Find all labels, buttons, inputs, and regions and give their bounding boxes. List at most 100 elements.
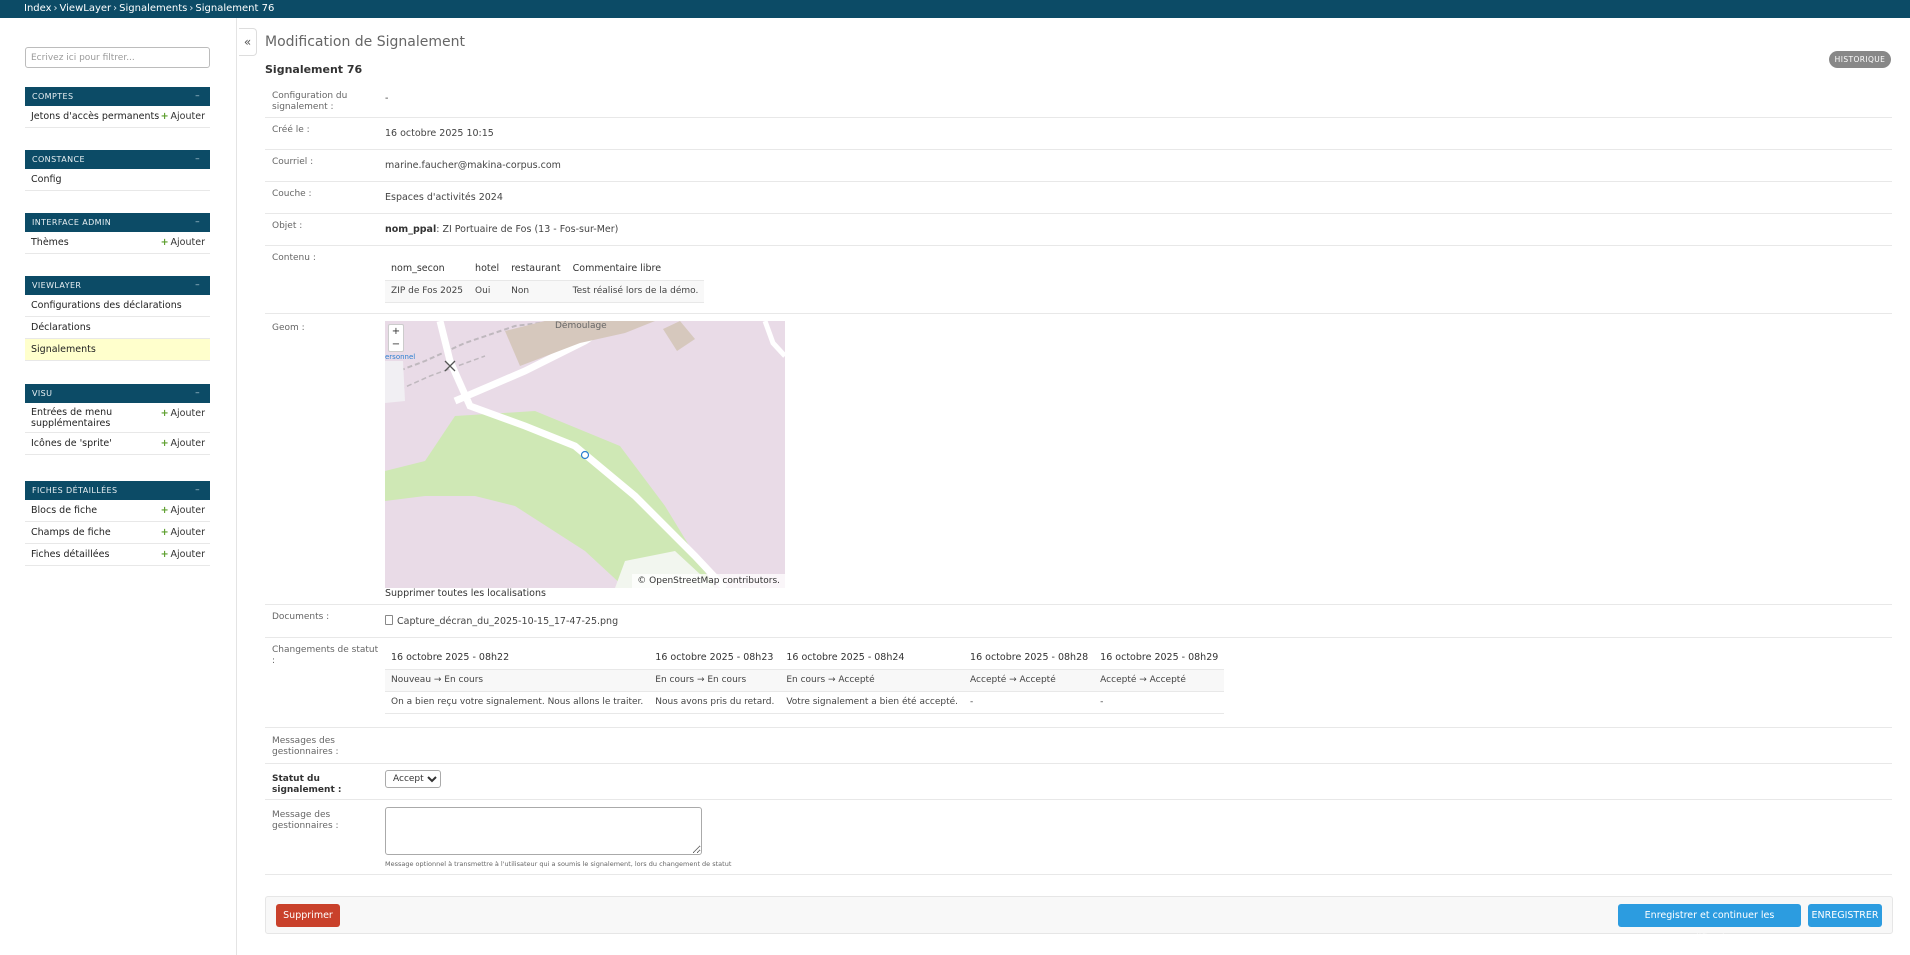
column-header: hotel [475,263,500,275]
field-label: Contenu : [272,253,316,263]
plus-icon: + [160,408,169,419]
sidebar-item-themes: Thèmes + Ajouter [25,232,210,254]
column-header: 16 octobre 2025 - 08h24 [786,652,905,664]
map-attribution: © OpenStreetMap contributors. [632,574,785,588]
field-row-documents: Documents : Capture_décran_du_2025-10-15… [265,605,1892,638]
top-bar: Index › ViewLayer › Signalements › Signalement… [0,0,1910,18]
field-label: Message des gestionnaires : [272,810,339,831]
map-fragment-label: ersonnel [385,353,416,361]
submit-row: Supprimer Enregistrer et continuer les m… [265,896,1893,944]
field-label: Geom : [272,323,305,333]
add-label: Ajouter [170,408,205,419]
history-button[interactable]: HISTORIQUE [1829,51,1891,68]
sidebar-item-blocs: Blocs de fiche + Ajouter [25,500,210,522]
field-value: - [385,93,389,104]
collapse-toggle-icon[interactable]: – [195,213,200,232]
collapse-toggle-icon[interactable]: – [195,87,200,106]
add-label: Ajouter [170,505,205,516]
zoom-out-button[interactable]: − [389,338,403,351]
sidebar-item-label[interactable]: Thèmes [31,237,69,248]
add-button[interactable]: + Ajouter [161,232,205,254]
column-header: 16 octobre 2025 - 08h28 [970,652,1089,664]
sidebar-item-label[interactable]: Config [31,174,61,185]
zoom-in-button[interactable]: + [389,325,403,338]
field-label: Courriel : [272,157,314,167]
column-header: Commentaire libre [572,263,662,275]
module-title[interactable]: COMPTES [32,92,73,101]
plus-icon: + [160,237,169,248]
module-title[interactable]: FICHES DÉTAILLÉES [32,486,117,495]
sidebar-item-label[interactable]: Champs de fiche [31,527,111,538]
breadcrumb-signalements[interactable]: Signalements [119,3,187,14]
table-cell: Oui [469,279,506,303]
field-value: Espaces d'activités 2024 [385,192,503,203]
module-comptes: COMPTES – Jetons d'accès permanents + Ajout… [25,87,210,128]
osm-link[interactable]: OpenStreetMap [649,576,719,586]
sidebar-item-label[interactable]: Jetons d'accès permanents [31,111,159,122]
collapse-toggle-icon[interactable]: – [195,276,200,295]
add-button[interactable]: + Ajouter [161,522,205,544]
field-row-status-changes: Changements de statut : 16 octobre 2025 … [265,638,1892,728]
sidebar-item-label[interactable]: Déclarations [31,322,91,333]
sidebar-item-configurations: Configurations des déclarations [25,295,210,317]
map-place-label: Démoulage [555,321,607,331]
map-widget[interactable]: Démoulage ersonnel + − © OpenStreetMap c… [385,321,785,588]
column-header: 16 octobre 2025 - 08h29 [1100,652,1219,664]
status-select[interactable]: Accepté [385,770,441,788]
save-button[interactable]: ENREGISTRER [1808,904,1882,927]
breadcrumb-index[interactable]: Index [24,3,52,14]
add-button[interactable]: + Ajouter [161,433,205,455]
field-value: 16 octobre 2025 10:15 [385,128,494,139]
field-label: Créé le : [272,125,310,135]
add-button[interactable]: + Ajouter [161,106,205,128]
clear-locations-link[interactable]: Supprimer toutes les localisations [385,588,546,599]
table-cell: Accepté → Accepté [1094,668,1225,692]
delete-button[interactable]: Supprimer [276,904,340,927]
module-title[interactable]: VIEWLAYER [32,281,81,290]
content-table: nom_secon hotel restaurant Commentaire l… [385,258,705,303]
field-row-config: Configuration du signalement : - [265,84,1892,118]
collapse-toggle-icon[interactable]: – [195,384,200,403]
module-visu: VISU – Entrées de menu supplémentaires + Aj… [25,384,210,455]
table-cell: Test réalisé lors de la démo. [566,279,705,303]
sidebar-item-label[interactable]: Configurations des déclarations [31,300,182,311]
table-cell: - [1094,690,1225,714]
field-row-layer: Couche : Espaces d'activités 2024 [265,182,1892,214]
content-table-wrap: nom_secon hotel restaurant Commentaire l… [385,258,705,303]
sidebar-item-label[interactable]: Fiches détaillées [31,549,109,560]
field-row-status: Statut du signalement : Accepté [265,764,1892,800]
field-label: Couche : [272,189,312,199]
collapse-toggle-icon[interactable]: – [195,481,200,500]
add-label: Ajouter [170,237,205,248]
module-title[interactable]: VISU [32,389,52,398]
breadcrumb-viewlayer[interactable]: ViewLayer [60,3,112,14]
field-label: Changements de statut : [272,645,379,666]
object-value: : ZI Portuaire de Fos (13 - Fos-sur-Mer) [436,224,619,235]
sidebar-item-label[interactable]: Icônes de 'sprite' [31,438,112,449]
attribution-suffix: contributors. [722,576,780,586]
module-title[interactable]: INTERFACE ADMIN [32,218,111,227]
sidebar-item-label[interactable]: Blocs de fiche [31,505,97,516]
document-link[interactable]: Capture_décran_du_2025-10-15_17-47-25.pn… [385,615,618,627]
collapse-sidebar-button[interactable]: « [239,28,257,56]
table-cell: Nouveau → En cours [385,668,650,692]
manager-message-textarea[interactable] [385,807,702,855]
module-title[interactable]: CONSTANCE [32,155,85,164]
sidebar-item-label[interactable]: Signalements [31,344,96,355]
field-row-geom: Geom : Démoulage ersonnel + − © OpenStre… [265,314,1892,605]
add-button[interactable]: + Ajouter [161,500,205,522]
sidebar-item-label[interactable]: Entrées de menu supplémentaires [31,407,131,429]
table-row: Nouveau → En cours En cours → En cours E… [385,668,1225,692]
sidebar: COMPTES– Jetons d'accès permanents+Ajout… [0,18,237,955]
field-label: Configuration du signalement : [272,91,348,112]
add-button[interactable]: + Ajouter [161,544,205,566]
save-and-continue-button[interactable]: Enregistrer et continuer les modificatio… [1618,904,1801,944]
sidebar-item-jetons: Jetons d'accès permanents + Ajouter [25,106,210,128]
sidebar-item-fiches: Fiches détaillées + Ajouter [25,544,210,566]
sidebar-filter-input[interactable] [25,47,210,68]
column-header: nom_secon [391,263,445,275]
table-cell: Nous avons pris du retard. [649,690,781,714]
sidebar-item-signalements: Signalements [25,339,210,361]
add-button[interactable]: + Ajouter [161,403,205,425]
collapse-toggle-icon[interactable]: – [195,150,200,169]
